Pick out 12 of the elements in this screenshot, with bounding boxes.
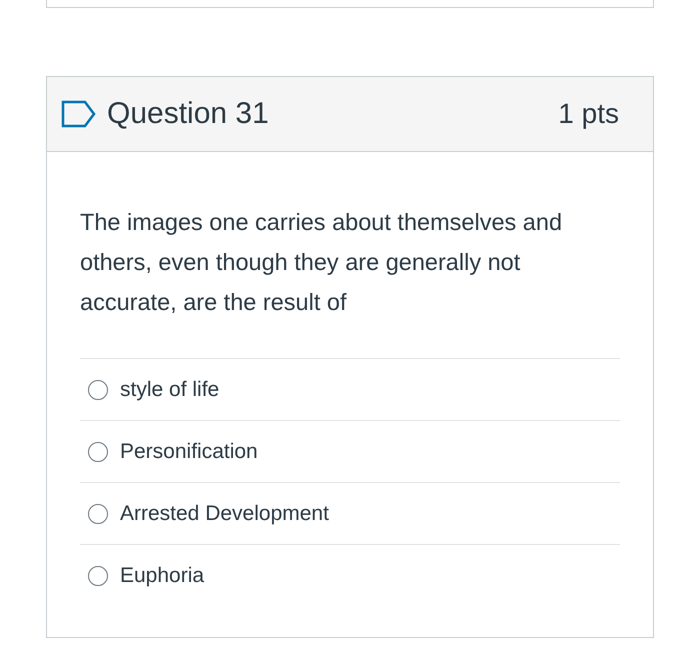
radio-button[interactable] bbox=[88, 442, 108, 462]
radio-button[interactable] bbox=[88, 504, 108, 524]
radio-button[interactable] bbox=[88, 380, 108, 400]
radio-button[interactable] bbox=[88, 566, 108, 586]
flag-icon[interactable] bbox=[61, 100, 97, 128]
question-text: The images one carries about themselves and others, even though they are generally not accurate, are the result of bbox=[80, 208, 564, 317]
answer-label[interactable]: style of life bbox=[120, 378, 220, 402]
answer-label[interactable]: Arrested Development bbox=[120, 502, 329, 526]
points-label: 1 pts bbox=[558, 98, 619, 130]
answer-label[interactable]: Personification bbox=[120, 440, 258, 464]
question-title: Question 31 bbox=[107, 97, 270, 131]
answer-label[interactable]: Euphoria bbox=[120, 564, 204, 588]
